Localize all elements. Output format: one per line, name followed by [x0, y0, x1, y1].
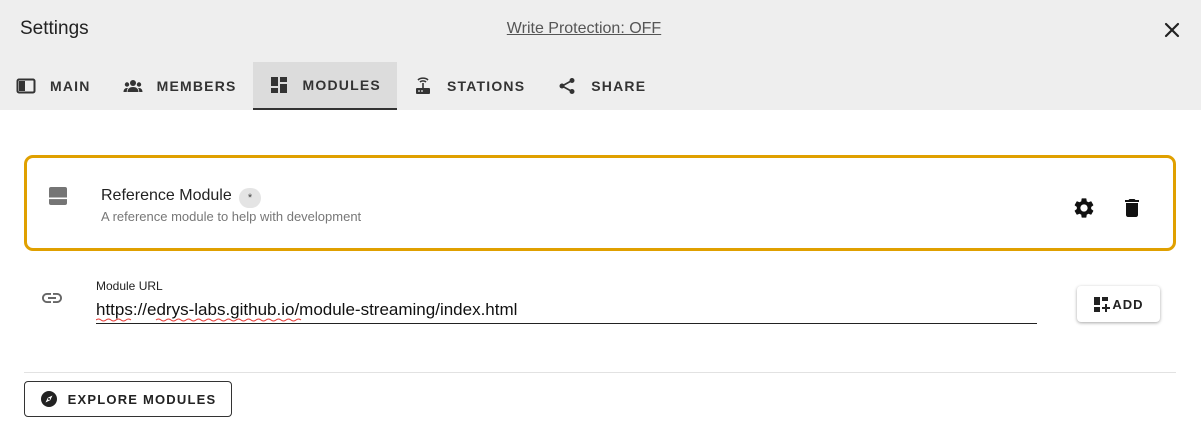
add-module-button[interactable]: ADD: [1077, 286, 1160, 322]
stations-icon: [413, 76, 433, 96]
trash-icon[interactable]: [1120, 196, 1144, 220]
tab-share[interactable]: SHARE: [541, 62, 662, 110]
tab-modules-label: MODULES: [302, 77, 381, 93]
divider: [24, 372, 1176, 373]
tab-share-label: SHARE: [591, 78, 647, 94]
tab-stations[interactable]: STATIONS: [397, 62, 541, 110]
tab-stations-label: STATIONS: [446, 78, 526, 94]
explore-button-label: EXPLORE MODULES: [67, 391, 217, 407]
gear-icon[interactable]: [1072, 196, 1096, 220]
compass-icon: [40, 391, 57, 407]
share-icon: [557, 76, 577, 96]
module-icon: [49, 187, 67, 205]
tab-modules[interactable]: MODULES: [252, 62, 397, 110]
members-icon: [123, 76, 143, 96]
module-card[interactable]: Reference Module * A reference module to…: [24, 155, 1176, 251]
explore-modules-button[interactable]: EXPLORE MODULES: [24, 381, 232, 417]
main-icon: [16, 76, 36, 96]
write-protection-toggle[interactable]: Write Protection: OFF: [0, 20, 1168, 38]
dialog-header: Settings Write Protection: OFF MAIN MEMB…: [0, 0, 1201, 110]
close-button[interactable]: [1159, 17, 1185, 43]
close-icon: [1164, 22, 1180, 38]
module-title: Reference Module: [101, 187, 232, 204]
tab-members-label: MEMBERS: [156, 78, 237, 94]
link-icon: [42, 293, 62, 303]
spellcheck-underline: [96, 318, 302, 322]
module-url-label: Module URL: [96, 279, 163, 293]
tab-members[interactable]: MEMBERS: [107, 62, 253, 110]
module-badge: *: [239, 188, 261, 208]
add-button-label: ADD: [1112, 296, 1144, 312]
module-description: A reference module to help with developm…: [101, 209, 362, 224]
tab-main[interactable]: MAIN: [0, 62, 107, 110]
add-module-icon: [1094, 296, 1111, 312]
settings-tabs: MAIN MEMBERS MODULES STATIONS SHARE: [0, 62, 662, 110]
tab-main-label: MAIN: [50, 78, 91, 94]
modules-icon: [269, 75, 289, 95]
